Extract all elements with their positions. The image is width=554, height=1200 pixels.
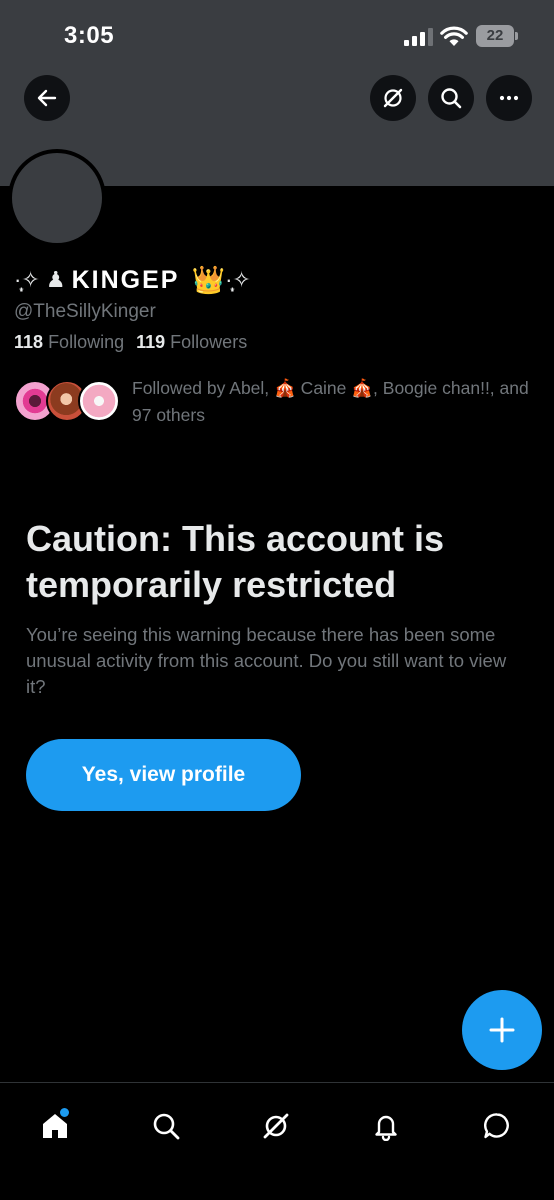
more-horizontal-icon: [499, 95, 519, 101]
name-text: KINGEP: [71, 265, 180, 294]
search-icon: [153, 1113, 180, 1140]
follower-avatar: [78, 380, 120, 422]
following-link[interactable]: 118 Following: [14, 332, 124, 352]
followers-link[interactable]: 119 Followers: [136, 332, 247, 352]
followers-count: 119: [136, 332, 166, 352]
bottom-nav: [0, 1082, 554, 1200]
follow-counts: 118 Following 119 Followers: [14, 332, 247, 353]
grok-icon: [263, 1113, 289, 1139]
display-name: ·̩͙✧ ♟ KINGEP 👑 ·̩͙✧: [14, 260, 251, 300]
search-icon: [441, 88, 462, 109]
crown-emoji: 👑: [191, 265, 226, 295]
battery-indicator: 22: [476, 25, 518, 47]
messages-icon: [484, 1113, 509, 1139]
caution-body: You’re seeing this warning because there…: [26, 624, 507, 697]
profile-avatar[interactable]: [8, 149, 106, 247]
search-button[interactable]: [428, 75, 474, 121]
status-bar: 3:05 22: [0, 0, 554, 70]
followers-label: Followers: [170, 332, 248, 352]
view-profile-button[interactable]: Yes, view profile: [26, 739, 301, 811]
nav-grok[interactable]: [249, 1099, 303, 1153]
nav-search[interactable]: [139, 1099, 193, 1153]
status-time: 3:05: [64, 22, 115, 49]
cellular-signal-icon: [404, 28, 433, 46]
profile-handle: @TheSillyKinger: [14, 301, 156, 322]
battery-level: 22: [476, 25, 514, 47]
grok-icon: [383, 88, 403, 108]
name-prefix: ·̩͙✧ ♟: [14, 267, 66, 292]
compose-button[interactable]: [462, 990, 542, 1070]
following-label: Following: [48, 332, 125, 352]
nav-messages[interactable]: [470, 1099, 524, 1153]
nav-home[interactable]: [28, 1099, 82, 1153]
grok-button[interactable]: [370, 75, 416, 121]
nav-notifications[interactable]: [359, 1099, 413, 1153]
home-unread-dot: [60, 1108, 69, 1117]
plus-icon: [489, 1017, 515, 1043]
notifications-icon: [375, 1115, 397, 1141]
name-suffix: ·̩͙✧: [225, 267, 251, 292]
arrow-left-icon: [37, 89, 57, 107]
followed-by-text[interactable]: Followed by Abel, 🎪 Caine 🎪, Boogie chan…: [132, 375, 542, 429]
wifi-icon: [440, 26, 468, 46]
more-button[interactable]: [486, 75, 532, 121]
caution-title: Caution: This account is temporarily res…: [26, 518, 445, 605]
followed-by-avatars[interactable]: [14, 380, 122, 424]
back-button[interactable]: [24, 75, 70, 121]
following-count: 118: [14, 332, 44, 352]
